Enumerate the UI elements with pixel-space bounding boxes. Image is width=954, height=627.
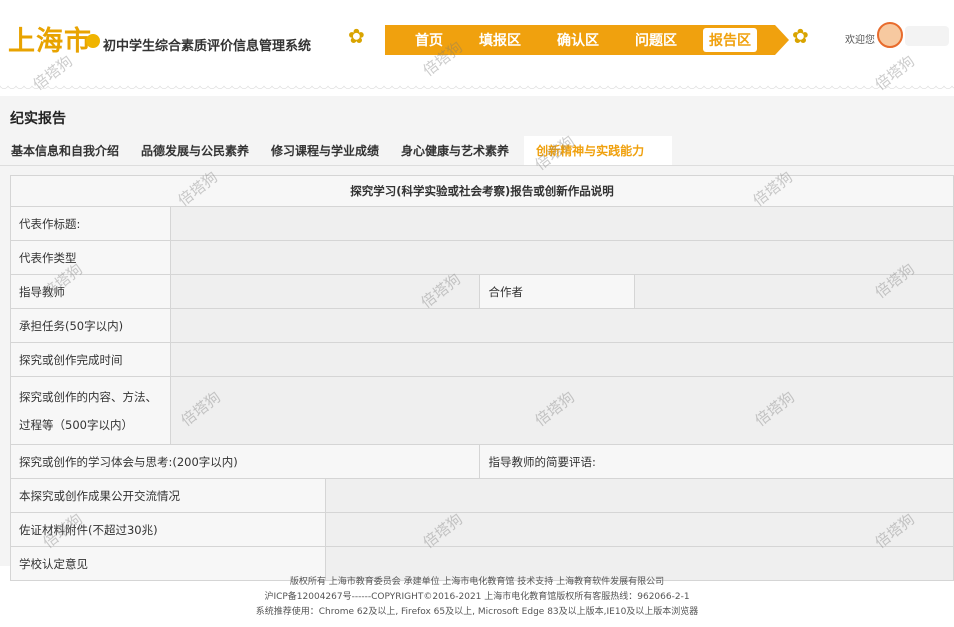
finish-time-label: 探究或创作完成时间 bbox=[10, 342, 171, 377]
footer-icp: 沪ICP备12004267号------COPYRIGHT©2016-2021 … bbox=[264, 592, 690, 602]
nav-issues[interactable]: 问题区 bbox=[629, 28, 683, 52]
nav-report[interactable]: 报告区 bbox=[703, 28, 757, 52]
content-label: 探究或创作的内容、方法、 过程等（500字以内） bbox=[10, 376, 171, 445]
user-menu[interactable] bbox=[905, 26, 949, 46]
report-tabs: 基本信息和自我介绍 品德发展与公民素养 修习课程与学业成绩 身心健康与艺术素养 … bbox=[0, 136, 954, 166]
bee-icon: ✿ bbox=[348, 24, 365, 48]
teacher-comment-label: 指导教师的简要评语: bbox=[479, 444, 954, 479]
footer-copyright: 版权所有 上海市教育委员会 承建单位 上海市电化教育馆 技术支持 上海教育软件发… bbox=[289, 577, 665, 587]
main-nav: 首页 填报区 确认区 问题区 报告区 bbox=[371, 25, 789, 55]
partner-label: 合作者 bbox=[479, 274, 636, 309]
public-value bbox=[324, 478, 954, 513]
page-title: 纪实报告 bbox=[10, 111, 66, 127]
content-label-line1: 探究或创作的内容、方法、 bbox=[19, 389, 157, 404]
report-form: 探究学习(科学实验或社会考察)报告或创新作品说明 代表作标题: 代表作类型 指导… bbox=[9, 175, 954, 581]
content-value bbox=[169, 376, 954, 445]
nav-home[interactable]: 首页 bbox=[409, 28, 449, 52]
rep-title-label: 代表作标题: bbox=[10, 206, 171, 241]
header-divider bbox=[0, 84, 954, 92]
tab-moral[interactable]: 品德发展与公民素养 bbox=[130, 136, 260, 165]
site-logo[interactable]: 上海市 初中学生综合素质评价信息管理系统 bbox=[8, 19, 311, 58]
finish-time-value bbox=[169, 342, 954, 377]
avatar[interactable] bbox=[877, 22, 903, 48]
tab-basic-info[interactable]: 基本信息和自我介绍 bbox=[0, 136, 130, 165]
content-label-line2: 过程等（500字以内） bbox=[19, 417, 133, 432]
teacher-label: 指导教师 bbox=[10, 274, 171, 309]
public-label: 本探究或创作成果公开交流情况 bbox=[10, 478, 326, 513]
partner-value bbox=[634, 274, 954, 309]
page-footer: 版权所有 上海市教育委员会 承建单位 上海市电化教育馆 技术支持 上海教育软件发… bbox=[0, 575, 954, 620]
main-content: 纪实报告 基本信息和自我介绍 品德发展与公民素养 修习课程与学业成绩 身心健康与… bbox=[0, 96, 954, 581]
logo-city: 上海市 bbox=[8, 26, 92, 57]
page-header: 上海市 初中学生综合素质评价信息管理系统 ✿ 首页 填报区 确认区 问题区 报告… bbox=[0, 0, 954, 94]
tab-innovation[interactable]: 创新精神与实践能力 bbox=[524, 136, 673, 165]
rep-title-value bbox=[169, 206, 954, 241]
reflection-label: 探究或创作的学习体会与思考:(200字以内) bbox=[9, 444, 481, 479]
evidence-label: 佐证材料附件(不超过30兆) bbox=[10, 512, 326, 547]
logo-badge-icon bbox=[86, 34, 100, 48]
system-name: 初中学生综合素质评价信息管理系统 bbox=[103, 39, 312, 54]
footer-browser-tip: 系统推荐使用：Chrome 62及以上, Firefox 65及以上, Micr… bbox=[255, 607, 699, 617]
teacher-value bbox=[169, 274, 481, 309]
task-value bbox=[169, 308, 954, 343]
bee-icon-right: ✿ bbox=[792, 24, 809, 48]
rep-type-label: 代表作类型 bbox=[10, 240, 171, 275]
form-title: 探究学习(科学实验或社会考察)报告或创新作品说明 bbox=[10, 175, 954, 207]
tab-courses[interactable]: 修习课程与学业成绩 bbox=[260, 136, 390, 165]
rep-type-value bbox=[169, 240, 954, 275]
nav-fill[interactable]: 填报区 bbox=[473, 28, 527, 52]
welcome-text: 欢迎您 bbox=[845, 35, 875, 46]
evidence-value bbox=[324, 512, 954, 547]
tab-health-art[interactable]: 身心健康与艺术素养 bbox=[390, 136, 520, 165]
nav-confirm[interactable]: 确认区 bbox=[551, 28, 605, 52]
task-label: 承担任务(50字以内) bbox=[10, 308, 171, 343]
